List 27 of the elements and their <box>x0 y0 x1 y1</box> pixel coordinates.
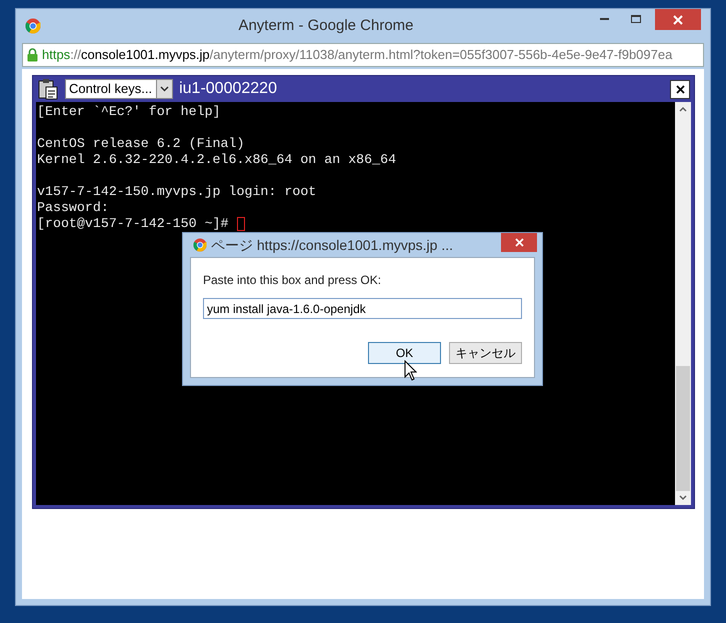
chrome-logo-icon <box>193 238 207 252</box>
close-icon <box>514 238 524 247</box>
terminal-line: [root@v157-7-142-150 ~]# <box>37 216 230 232</box>
control-keys-select[interactable]: Control keys... <box>65 79 174 99</box>
chrome-logo-icon <box>25 18 41 34</box>
scrollbar[interactable] <box>675 102 691 505</box>
console-title: iu1-00002220 <box>179 79 278 99</box>
terminal-line: v157-7-142-150.myvps.jp login: root <box>37 184 316 200</box>
close-button[interactable] <box>670 80 690 98</box>
padlock-icon <box>27 48 38 62</box>
dialog-button[interactable]: OK <box>368 342 441 364</box>
prompt-text: Paste into this box and press OK: <box>203 272 382 289</box>
terminal-line: [Enter `^Ec?' for help] <box>37 104 221 120</box>
close-icon <box>673 14 683 24</box>
dialog-button[interactable]: キャンセル <box>449 342 522 364</box>
dialog-title: ページ https://console1001.myvps.jp ... <box>211 236 454 255</box>
terminal-line: Kernel 2.6.32-220.4.2.el6.x86_64 on an x86_64 <box>37 152 396 168</box>
scrollbar-thumb[interactable] <box>676 366 690 491</box>
input-field[interactable]: yum install java-1.6.0-openjdk <box>203 298 522 319</box>
clipboard-icon[interactable] <box>37 78 59 100</box>
terminal-line: CentOS release 6.2 (Final) <box>37 136 244 152</box>
address-bar[interactable]: https://console1001.myvps.jp/anyterm/proxy/11038/anyterm.html?token=055f3007-556b-4e5e-9e47-f9b097ea <box>22 43 704 67</box>
terminal-line: Password: <box>37 200 109 216</box>
caret-icon <box>160 86 170 92</box>
url-text: https://console1001.myvps.jp/anyterm/proxy/11038/anyterm.html?token=055f3007-556b-4e5e-9e47-f9b097ea <box>42 46 672 64</box>
close-icon <box>676 84 684 94</box>
window-title: Anyterm - Google Chrome <box>237 16 415 36</box>
